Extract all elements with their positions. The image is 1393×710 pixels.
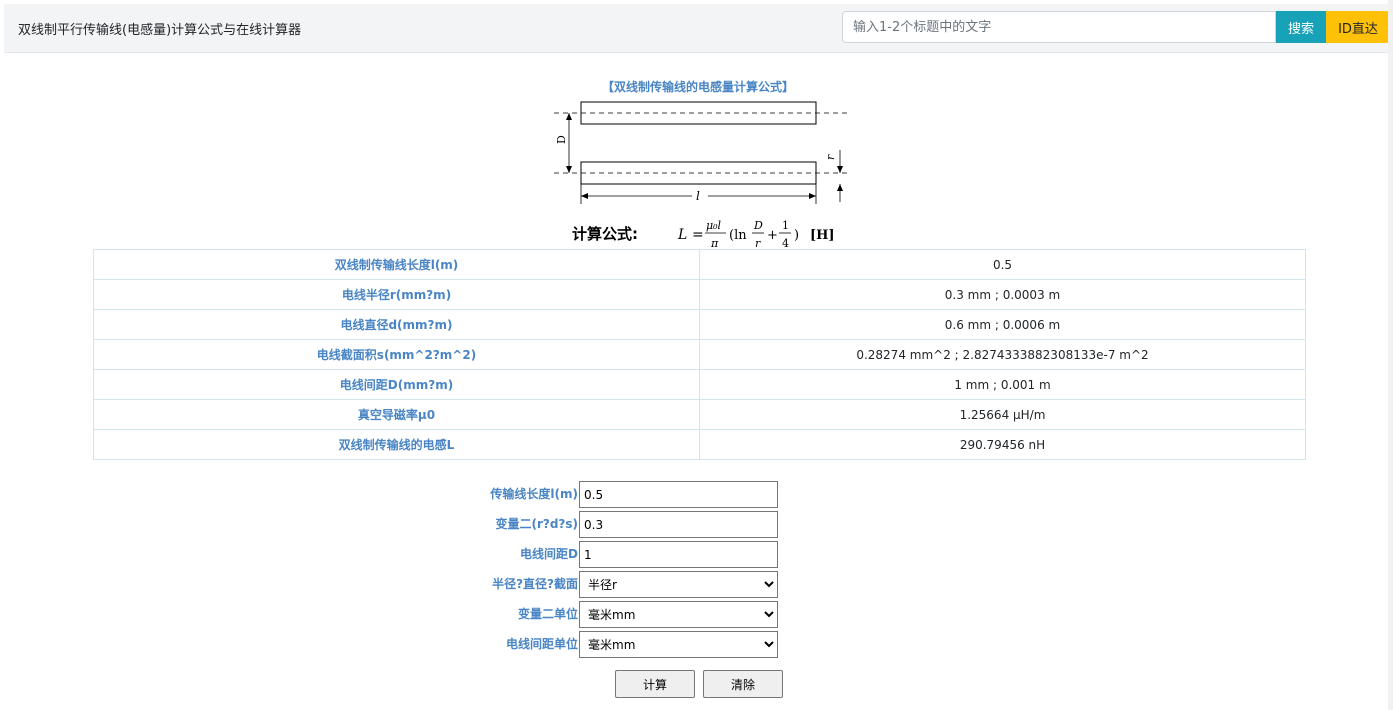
form-row-type: 半径?直径?截面 半径r (404, 571, 784, 598)
result-label: 电线半径r(mm?m) (93, 279, 700, 310)
formula-equals: = (692, 227, 704, 243)
spacing-unit-select[interactable]: 毫米mm (579, 631, 778, 658)
page-title: 双线制平行传输线(电感量)计算公式与在线计算器 (18, 23, 302, 38)
result-label: 电线截面积s(mm^2?m^2) (93, 339, 700, 370)
table-row: 电线截面积s(mm^2?m^2) 0.28274 mm^2 ; 2.8274333… (93, 339, 1306, 370)
formula-unit: [H] (810, 228, 835, 243)
result-value: 290.79456 nH (699, 429, 1306, 460)
results-table: 双线制传输线长度l(m) 0.5 电线半径r(mm?m) 0.3 mm ; 0.00… (93, 249, 1306, 460)
table-row: 电线半径r(mm?m) 0.3 mm ; 0.0003 m (93, 279, 1306, 310)
search-input[interactable] (842, 11, 1276, 43)
radius-arrow (837, 166, 843, 173)
radius-label: r (824, 154, 837, 160)
table-row: 电线间距D(mm?m) 1 mm ; 0.001 m (93, 369, 1306, 400)
formula-label: 计算公式: (572, 225, 638, 243)
var2-label: 变量二(r?d?s) (495, 517, 578, 531)
header-bar: 双线制平行传输线(电感量)计算公式与在线计算器 搜索 ID直达 (4, 4, 1392, 53)
page: 双线制平行传输线(电感量)计算公式与在线计算器 搜索 ID直达 【双线制传输线的… (4, 4, 1392, 710)
length-arrow-left (581, 193, 588, 199)
table-row: 双线制传输线长度l(m) 0.5 (93, 249, 1306, 280)
form-row-spacing-unit: 电线间距单位 毫米mm (404, 631, 784, 658)
formula-numerator: μ₀l (706, 219, 722, 232)
result-value: 0.3 mm ; 0.0003 m (699, 279, 1306, 310)
length-input[interactable] (579, 481, 778, 508)
formula-ln: (ln (729, 228, 747, 243)
form-row-var2-unit: 变量二单位 毫米mm (404, 601, 784, 628)
result-value: 1 mm ; 0.001 m (699, 369, 1306, 400)
table-row: 电线直径d(mm?m) 0.6 mm ; 0.0006 m (93, 309, 1306, 340)
var2-unit-select[interactable]: 毫米mm (579, 601, 778, 628)
formula-D: D (753, 219, 763, 232)
search-button[interactable]: 搜索 (1276, 11, 1326, 43)
clear-button[interactable]: 清除 (703, 670, 783, 698)
result-value: 1.25664 μH/m (699, 399, 1306, 430)
type-select[interactable]: 半径r (579, 571, 778, 598)
spacing-label: D (555, 135, 568, 144)
formula-L: L (677, 227, 687, 243)
table-row: 双线制传输线的电感L 290.79456 nH (93, 429, 1306, 460)
formula-one: 1 (782, 219, 789, 232)
result-label: 真空导磁率μ0 (93, 399, 700, 430)
length-label: 传输线长度l(m) (490, 487, 578, 501)
form-row-length: 传输线长度l(m) (404, 481, 784, 508)
result-value: 0.6 mm ; 0.0006 m (699, 309, 1306, 340)
calculate-button[interactable]: 计算 (615, 670, 695, 698)
var2-input[interactable] (579, 511, 778, 538)
formula-plus: + (767, 228, 778, 243)
inductance-formula: 计算公式: L = μ₀l π (ln D r + 1 4 ) [H] (572, 219, 835, 250)
result-label: 电线间距D(mm?m) (93, 369, 700, 400)
var2-unit-label: 变量二单位 (517, 607, 578, 621)
spacing-unit-label: 电线间距单位 (505, 637, 578, 651)
form-row-var2: 变量二(r?d?s) (404, 511, 784, 538)
result-label: 电线直径d(mm?m) (93, 309, 700, 340)
result-value: 0.28274 mm^2 ; 2.8274333882308133e-7 m^2 (699, 339, 1306, 370)
form-row-spacing: 电线间距D (404, 541, 784, 568)
id-direct-button[interactable]: ID直达 (1326, 11, 1390, 43)
transmission-line-diagram: D r l (554, 101, 850, 204)
spacing-arrow-down (566, 166, 572, 173)
type-label: 半径?直径?截面 (492, 577, 578, 591)
table-row: 真空导磁率μ0 1.25664 μH/m (93, 399, 1306, 430)
spacing-label: 电线间距D (520, 547, 578, 561)
vertical-scrollbar[interactable] (1388, 0, 1393, 710)
formula-heading: 【双线制传输线的电感量计算公式】 (601, 80, 794, 94)
length-label: l (696, 189, 700, 203)
radius-arrow-lower (837, 184, 843, 191)
result-label: 双线制传输线的电感L (93, 429, 700, 460)
spacing-arrow-up (566, 113, 572, 120)
result-value: 0.5 (699, 249, 1306, 280)
spacing-input[interactable] (579, 541, 778, 568)
formula-close-paren: ) (794, 228, 799, 243)
length-arrow-right (809, 193, 816, 199)
result-label: 双线制传输线长度l(m) (93, 249, 700, 280)
